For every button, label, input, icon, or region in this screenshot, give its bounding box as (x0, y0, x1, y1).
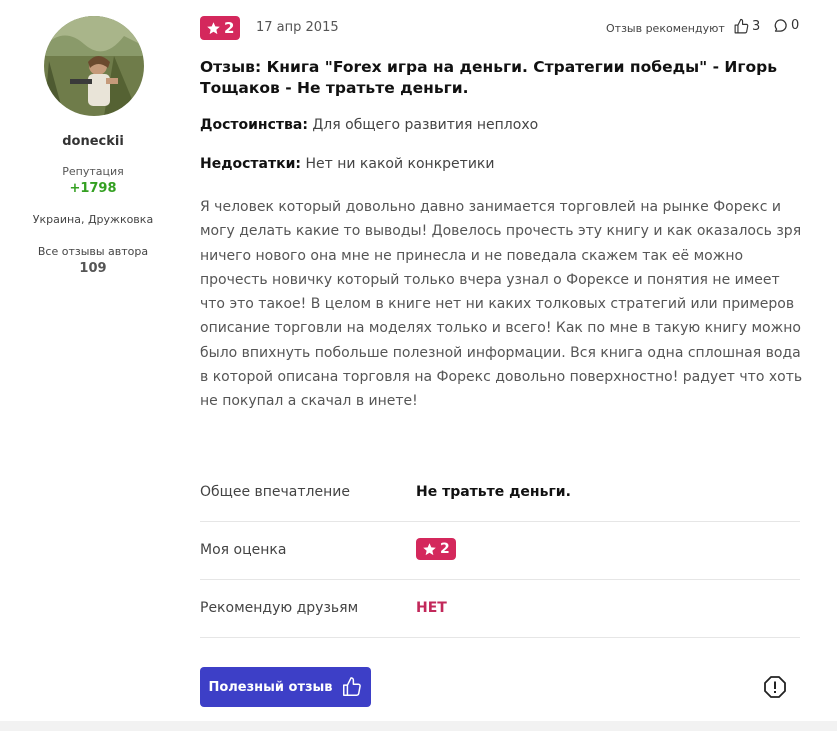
impression-label: Общее впечатление (200, 484, 350, 500)
reputation-label: Репутация (62, 165, 124, 178)
recommend-label: Отзыв рекомендуют (606, 22, 725, 35)
review-title: Отзыв: Книга "Forex игра на деньги. Стра… (200, 58, 778, 97)
comments-button[interactable]: 0 (773, 18, 799, 33)
author-name[interactable]: doneckii (0, 134, 186, 149)
useful-review-label: Полезный отзыв (208, 679, 333, 695)
cons-label: Недостатки: (200, 156, 302, 172)
comment-icon (774, 19, 787, 32)
recommend-friends-value: НЕТ (416, 600, 447, 616)
author-location: Украина, Дружковка (32, 213, 154, 226)
reputation-value: +1798 (69, 181, 117, 196)
useful-review-button[interactable]: Полезный отзыв (200, 667, 371, 707)
like-button[interactable]: 3 (733, 18, 760, 35)
summary-table: Общее впечатление Не тратьте деньги. Моя… (200, 464, 800, 638)
star-icon (207, 21, 220, 34)
all-reviews-link[interactable]: Все отзывы автора (0, 245, 186, 258)
summary-row-rating: Моя оценка 2 (200, 522, 800, 580)
pros-label: Достоинства: (200, 117, 308, 133)
summary-row-impression: Общее впечатление Не тратьте деньги. (200, 464, 800, 522)
cons-text: Нет ни какой конкретики (301, 156, 495, 172)
summary-row-recommend: Рекомендую друзьям НЕТ (200, 580, 800, 638)
cons: Недостатки: Нет ни какой конкретики (200, 156, 494, 172)
recommend-friends-label: Рекомендую друзьям (200, 600, 359, 616)
rating-value: 2 (224, 19, 235, 37)
comment-count: 0 (791, 18, 800, 33)
thumbs-up-icon (342, 677, 361, 696)
pros: Достоинства: Для общего развития неплохо (200, 117, 538, 133)
my-rating-value: 2 (440, 541, 450, 557)
all-reviews-count: 109 (79, 261, 107, 276)
my-rating-badge: 2 (416, 538, 456, 560)
impression-value: Не тратьте деньги. (416, 484, 571, 500)
rating-badge: 2 (200, 16, 241, 40)
pros-text: Для общего развития неплохо (307, 117, 539, 133)
like-count: 3 (752, 19, 761, 34)
avatar[interactable] (44, 16, 144, 116)
thumbs-up-icon (734, 18, 749, 34)
review-body: Я человек который довольно давно занимае… (200, 199, 803, 410)
review-card: doneckii Репутация +1798 Украина, Дружко… (0, 0, 837, 721)
star-icon (423, 542, 436, 555)
review-date: 17 апр 2015 (256, 20, 339, 35)
report-icon[interactable] (763, 675, 787, 699)
my-rating-label: Моя оценка (200, 542, 287, 558)
